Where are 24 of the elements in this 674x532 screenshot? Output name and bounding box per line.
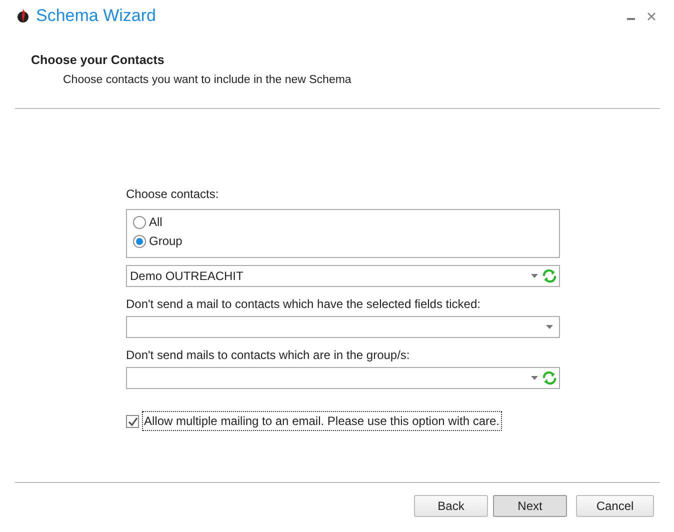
field-label: Don't send a mail to contacts which have the selected fields ticked: — [126, 296, 482, 312]
checkbox[interactable] — [126, 414, 139, 428]
wizard-button[interactable]: Cancel — [576, 495, 654, 517]
radio-button[interactable] — [133, 234, 146, 248]
dropdown-field[interactable]: Demo OUTREACHIT — [126, 265, 560, 287]
refresh-icon[interactable] — [542, 269, 557, 283]
refresh-icon[interactable] — [542, 371, 557, 385]
close-icon[interactable] — [647, 12, 656, 20]
dropdown-caret-icon[interactable] — [531, 376, 538, 380]
radio-button[interactable] — [133, 216, 146, 228]
app-logo-icon — [17, 9, 29, 23]
checkbox-label: Allow multiple mailing to an email. Please use this option with care. — [143, 412, 501, 430]
field-value: Demo OUTREACHIT — [130, 268, 244, 285]
window-title: Schema Wizard — [36, 5, 156, 28]
radio-label: Group — [149, 233, 182, 250]
field-label: Don't send mails to contacts which are in the group/s: — [126, 347, 411, 363]
wizard-button[interactable]: Back — [414, 495, 488, 517]
dropdown-caret-icon[interactable] — [531, 274, 538, 278]
radio-label: All — [149, 214, 162, 231]
step-title: Choose your Contacts — [31, 52, 166, 69]
dropdown-caret-icon[interactable] — [546, 325, 553, 329]
field-label: Choose contacts: — [126, 186, 220, 202]
wizard-button[interactable]: Next — [493, 495, 567, 517]
step-subtitle: Choose contacts you want to include in the new Schema — [62, 72, 352, 88]
